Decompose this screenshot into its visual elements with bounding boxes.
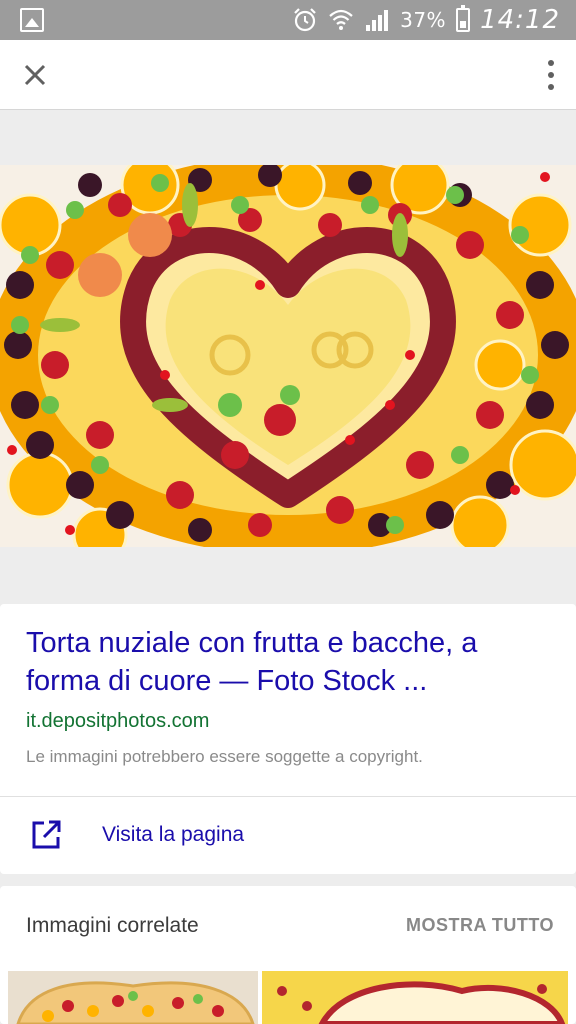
related-images-section: Immagini correlate MOSTRA TUTTO	[0, 886, 576, 1024]
signal-icon	[366, 10, 389, 31]
clock: 14:12	[480, 5, 560, 35]
close-icon[interactable]	[18, 58, 52, 92]
fruit-cake-image	[0, 165, 576, 547]
show-all-button[interactable]: MOSTRA TUTTO	[406, 915, 554, 936]
gallery-notification-icon	[20, 8, 44, 32]
status-bar: 37% 14:12	[0, 0, 576, 40]
result-card: Torta nuziale con frutta e bacche, a for…	[0, 604, 576, 874]
result-title[interactable]: Torta nuziale con frutta e bacche, a for…	[26, 624, 556, 700]
visit-page-label: Visita la pagina	[102, 823, 245, 846]
result-domain[interactable]: it.depositphotos.com	[26, 710, 209, 733]
related-image-thumbnail[interactable]	[8, 971, 258, 1024]
open-in-new-icon	[32, 820, 61, 849]
wifi-icon	[329, 9, 353, 30]
alarm-icon	[294, 8, 316, 32]
toolbar	[0, 40, 576, 110]
status-icons: 37% 14:12	[292, 4, 560, 36]
battery-icon	[456, 5, 471, 32]
more-vert-icon[interactable]	[546, 58, 556, 92]
related-image-thumbnail[interactable]	[262, 971, 568, 1024]
visit-page-button[interactable]: Visita la pagina	[0, 797, 576, 874]
copyright-note: Le immagini potrebbero essere soggette a…	[26, 747, 423, 766]
related-images-title: Immagini correlate	[26, 914, 199, 937]
result-image[interactable]	[0, 165, 576, 547]
battery-percentage: 37%	[400, 8, 447, 32]
